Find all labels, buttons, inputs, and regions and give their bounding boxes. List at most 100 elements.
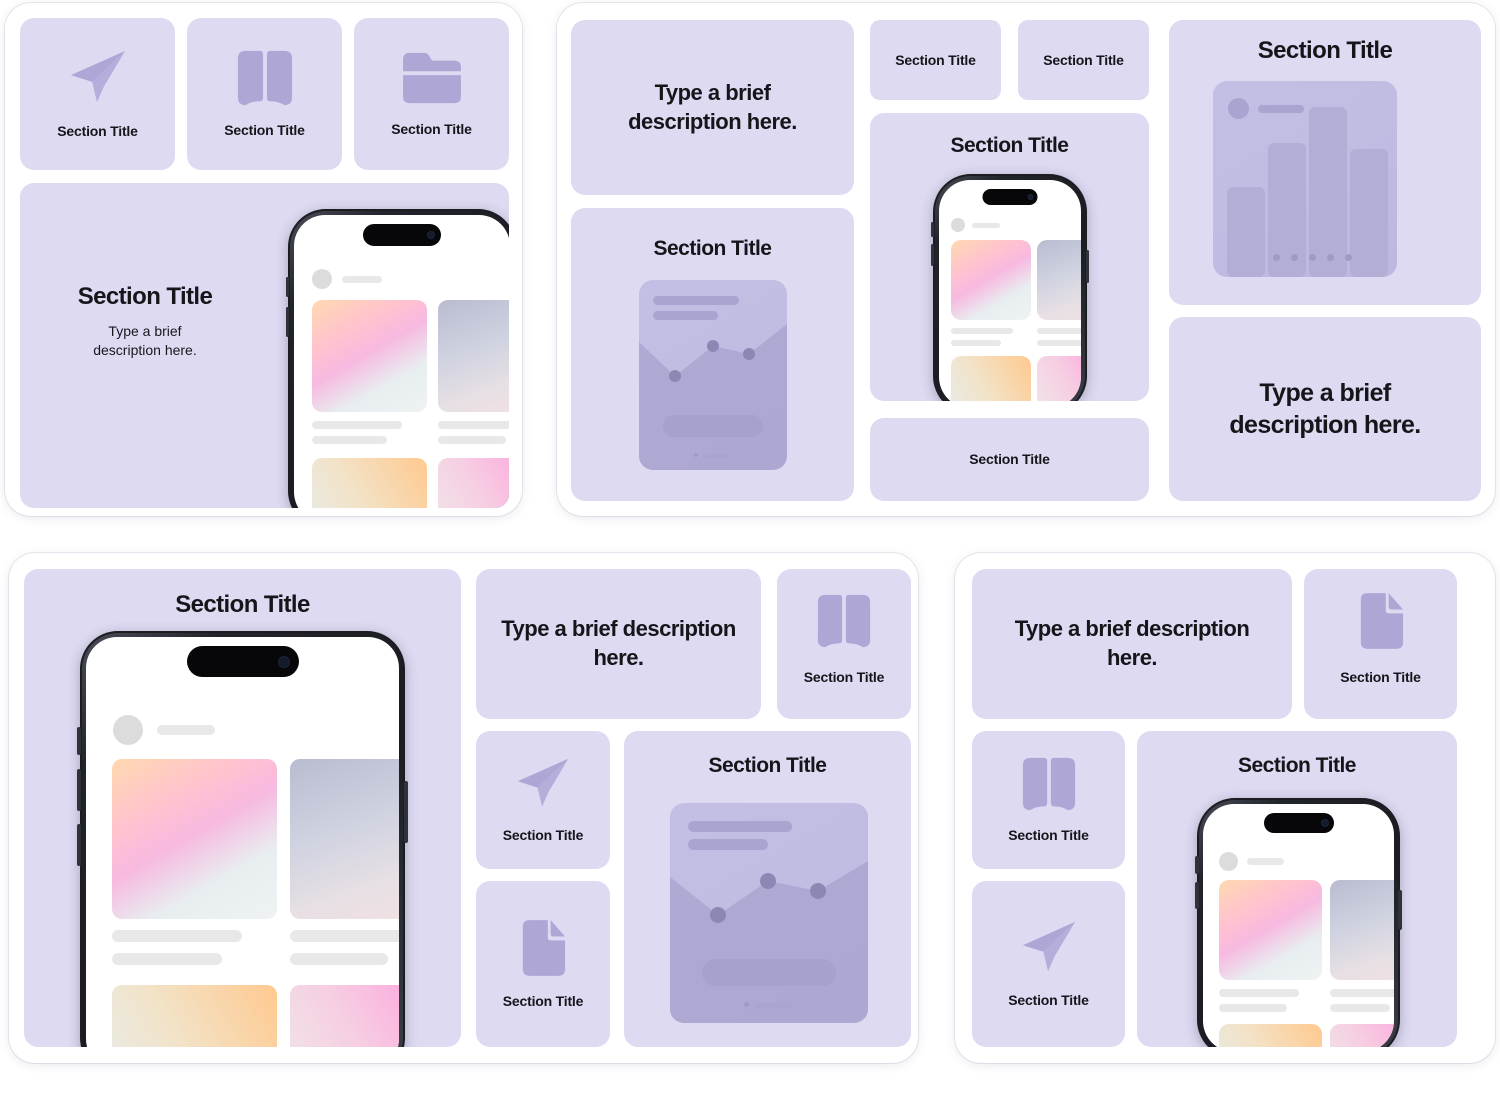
phone-tile-1 [1219,880,1322,980]
caption-label: Section Title [969,451,1050,468]
widget-dot [1291,254,1298,261]
paper-plane-icon [1019,919,1079,982]
icon-card-label: Section Title [224,122,305,139]
phone-power-button [1086,250,1089,283]
phone-name-bar [157,725,215,735]
phone-tile-3 [1219,1024,1322,1047]
phone-tile-4 [1037,356,1081,401]
icon-card-send[interactable]: Section Title [20,18,175,170]
phone-text-line [951,340,1001,346]
phone-notch [363,224,441,246]
panel-top-right: Type a brief description here. Section T… [557,3,1495,516]
widget-bar-1 [1227,187,1265,277]
phone-avatar [312,269,332,289]
slide-canvas: Section Title Section Title Section Titl… [0,0,1500,1098]
paper-plane-icon [514,756,572,817]
phone-tile-3 [951,356,1031,401]
icon-card-book[interactable]: Section Title [187,18,342,170]
phone-tile-2 [1330,880,1394,980]
icon-card-file[interactable]: Section Title [1304,569,1457,719]
phone-tile-4 [1330,1024,1394,1047]
icon-card-label: Section Title [502,993,584,1010]
phone-mockup [286,209,509,508]
phone-tile-2 [438,300,509,412]
icon-card-folder[interactable]: Section Title [354,18,509,170]
hero-card-phone[interactable]: Section Title Type a brief description h… [20,183,509,508]
phone-text-line [112,953,222,965]
phone-text-line [112,930,242,942]
icon-card-book[interactable]: Section Title [972,731,1125,869]
widget-bar-3 [1309,107,1347,277]
phone-name-bar [972,222,1000,228]
phone-power-button [1398,890,1402,930]
phone-text-line [438,421,509,429]
phone-text-line [1037,328,1081,334]
chip-label: Section Title [895,51,976,68]
description-card[interactable]: Type a brief description here. [476,569,761,719]
phone-tile-4 [438,458,509,508]
bar-chart-card[interactable]: Section Title [1169,20,1481,305]
icon-card-label: Section Title [391,121,472,138]
hero-card-phone[interactable]: Section Title [24,569,461,1047]
description-card[interactable]: Type a brief description here. [972,569,1292,719]
open-book-icon [814,593,874,654]
icon-card-label: Section Title [1008,827,1089,844]
phone-text-line [1037,340,1081,346]
phone-text-line [312,421,402,429]
phone-card-title: Section Title [950,134,1069,157]
icon-card-send[interactable]: Section Title [476,731,610,869]
hero-text-block: Section Title Type a brief description h… [20,283,270,360]
icon-card-send[interactable]: Section Title [972,881,1125,1047]
icon-card-label: Section Title [1340,669,1421,685]
phone-card[interactable]: Section Title [1137,731,1457,1047]
phone-tile-2 [1037,240,1081,320]
icon-card-label: Section Title [57,123,138,140]
widget-text-line [703,454,731,458]
open-book-icon [1019,756,1079,817]
icon-card-file[interactable]: Section Title [476,881,610,1047]
description-text: Type a brief description here. [628,79,797,134]
icon-card-label: Section Title [1008,992,1089,1009]
widget-text-line [1258,105,1304,113]
description-card[interactable]: Type a brief description here. [571,20,854,195]
area-chart-widget [639,280,787,470]
phone-volume-button [931,244,934,266]
hero-description: Type a brief description here. [93,322,197,358]
phone-name-bar [342,275,382,283]
description-text: Type a brief description here. [501,616,736,670]
phone-mockup [77,631,408,1047]
phone-text-line [1330,989,1394,997]
bar-chart-widget [1213,81,1397,277]
caption-card[interactable]: Section Title [870,418,1149,501]
description-card-tall[interactable]: Type a brief description here. [1169,317,1481,501]
area-chart-title: Section Title [708,754,827,777]
document-icon [1357,591,1405,656]
phone-text-line [438,436,506,444]
phone-mockup [931,174,1089,401]
phone-volume-button [1195,882,1199,909]
widget-dot [744,1002,749,1007]
widget-button [702,959,836,986]
widget-dot [1327,254,1334,261]
area-chart-widget [670,803,868,1023]
area-chart-card[interactable]: Section Title [571,208,854,501]
phone-volume-button [77,824,81,866]
bar-chart-title: Section Title [1257,37,1393,64]
chip-card-b[interactable]: Section Title [1018,20,1149,100]
phone-volume-button [286,307,289,337]
phone-notch [1263,813,1334,833]
chip-card-a[interactable]: Section Title [870,20,1001,100]
phone-text-line [1219,1004,1287,1012]
widget-text-line [755,1003,793,1008]
phone-volume-button [77,769,81,811]
widget-bar-4 [1350,149,1388,277]
phone-card[interactable]: Section Title [870,113,1149,401]
hero-title: Section Title [77,283,213,310]
icon-card-book[interactable]: Section Title [777,569,911,719]
phone-volume-button [931,222,934,237]
phone-avatar [1219,852,1238,871]
phone-text-line [951,328,1013,334]
phone-tile-3 [312,458,427,508]
area-chart-card[interactable]: Section Title [624,731,911,1047]
phone-notch [982,189,1038,205]
